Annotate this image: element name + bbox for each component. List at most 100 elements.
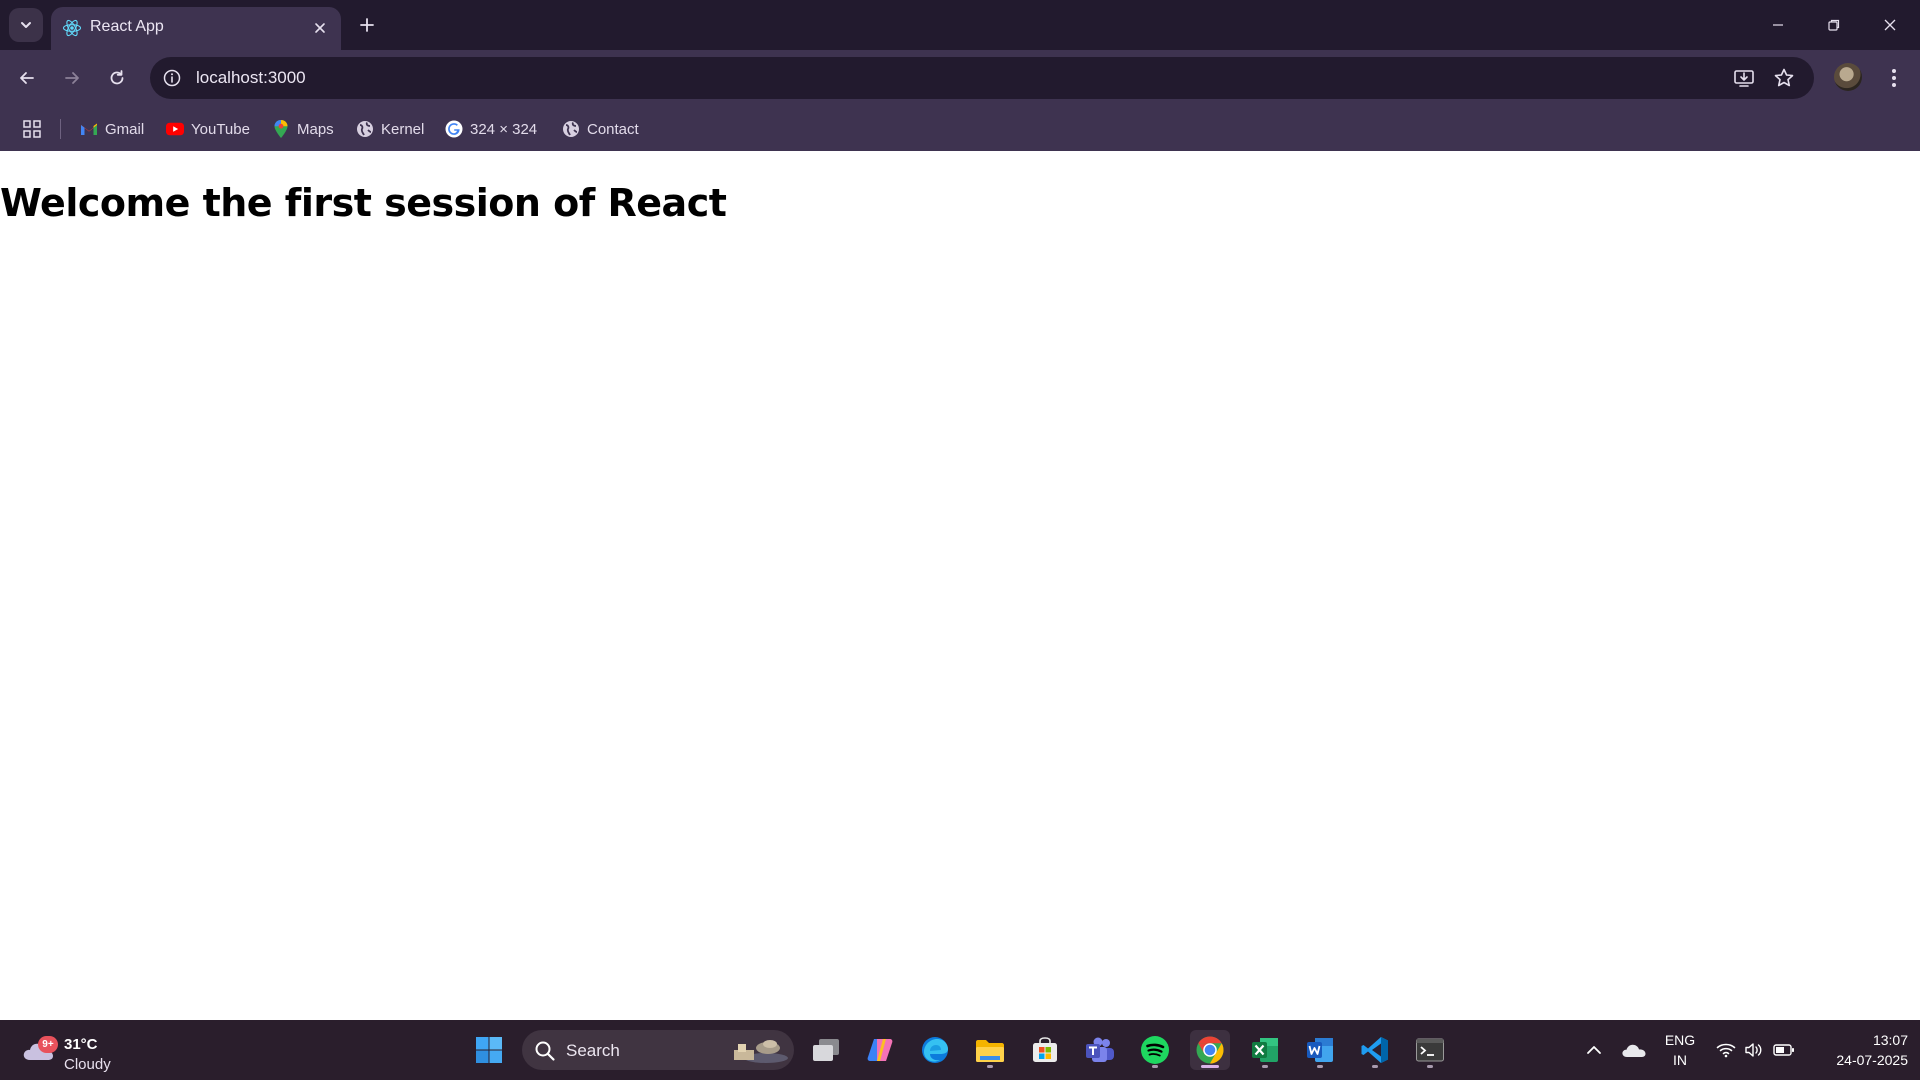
bookmark-star-button[interactable] [1770, 64, 1798, 92]
show-hidden-icons-button[interactable] [1582, 1030, 1606, 1070]
weather-temperature: 31°C [64, 1036, 98, 1053]
edge-button[interactable] [915, 1030, 955, 1070]
wifi-status[interactable] [1714, 1030, 1738, 1070]
excel-button[interactable] [1245, 1030, 1285, 1070]
copilot-button[interactable] [860, 1030, 900, 1070]
word-icon [1307, 1038, 1333, 1062]
tab-title: React App [90, 18, 164, 35]
bookmark-label: Gmail [105, 120, 145, 138]
reload-button[interactable] [101, 62, 133, 94]
file-explorer-icon [976, 1040, 1004, 1062]
task-view-icon [813, 1039, 839, 1061]
chrome-icon [1196, 1036, 1224, 1064]
task-view-button[interactable] [806, 1030, 846, 1070]
address-bar[interactable]: localhost:3000 [150, 57, 1814, 99]
file-explorer-button[interactable] [970, 1030, 1010, 1070]
page-content: Welcome the first session of React [0, 151, 1920, 1020]
google-icon [445, 120, 463, 138]
weather-widget[interactable]: 9+ 31°C Cloudy [22, 1028, 132, 1073]
maps-icon [272, 120, 290, 138]
close-window-button[interactable] [1862, 0, 1918, 50]
arrow-left-icon [20, 72, 34, 84]
gmail-icon [80, 120, 98, 138]
plus-icon [360, 18, 374, 32]
start-button[interactable] [469, 1030, 509, 1070]
vscode-button[interactable] [1355, 1030, 1395, 1070]
teams-icon [1086, 1037, 1114, 1062]
browser-toolbar: localhost:3000 [0, 50, 1920, 107]
apps-grid-icon [23, 120, 41, 138]
react-icon [62, 19, 82, 37]
site-info-button[interactable] [160, 66, 184, 90]
language-code: ENG [1664, 1032, 1696, 1048]
terminal-button[interactable] [1410, 1030, 1450, 1070]
vscode-icon [1361, 1037, 1388, 1063]
bookmarks-bar: Gmail YouTube Maps Kernel 324 × 324 Cont… [0, 107, 1920, 151]
search-highlight-image [734, 1040, 788, 1063]
chrome-button[interactable] [1190, 1030, 1230, 1070]
reload-icon [110, 70, 124, 85]
battery-icon [1773, 1044, 1794, 1056]
edge-icon [922, 1037, 948, 1063]
language-region: IN [1673, 1052, 1687, 1068]
spotify-button[interactable] [1135, 1030, 1175, 1070]
back-button[interactable] [11, 62, 43, 94]
input-language-button[interactable]: ENG IN [1656, 1030, 1704, 1070]
forward-button[interactable] [56, 62, 88, 94]
running-indicator [1427, 1065, 1433, 1068]
running-indicator [1262, 1065, 1268, 1068]
bookmark-label: Maps [297, 120, 334, 138]
install-app-button[interactable] [1730, 64, 1758, 92]
bookmark-gmail[interactable]: Gmail [80, 117, 144, 141]
tab-close-button[interactable] [309, 17, 331, 39]
volume-icon [1745, 1043, 1762, 1057]
running-indicator [1317, 1065, 1323, 1068]
running-indicator [1152, 1065, 1158, 1068]
excel-icon [1252, 1038, 1278, 1062]
chevron-down-icon [21, 22, 31, 28]
onedrive-cloud-icon [1622, 1044, 1646, 1057]
clock-date: 24-07-2025 [1836, 1052, 1908, 1068]
tab-search-button[interactable] [9, 8, 43, 42]
search-icon [535, 1041, 555, 1061]
taskbar-search[interactable]: Search [522, 1030, 794, 1070]
microsoft-store-button[interactable] [1025, 1030, 1065, 1070]
spotify-icon [1141, 1036, 1169, 1064]
copilot-icon [867, 1039, 893, 1061]
apps-button[interactable] [20, 117, 44, 141]
close-icon [1884, 19, 1896, 31]
onedrive-button[interactable] [1618, 1030, 1650, 1070]
system-clock[interactable]: 13:07 24-07-2025 [1808, 1030, 1908, 1070]
youtube-icon [166, 120, 184, 138]
new-tab-button[interactable] [352, 10, 382, 40]
word-button[interactable] [1300, 1030, 1340, 1070]
running-indicator [1372, 1065, 1378, 1068]
arrow-right-icon [65, 72, 79, 84]
terminal-icon [1416, 1038, 1444, 1062]
notification-badge: 9+ [38, 1036, 58, 1053]
bookmark-kernel[interactable]: Kernel [356, 117, 424, 141]
page-heading: Welcome the first session of React [0, 181, 727, 225]
teams-button[interactable] [1080, 1030, 1120, 1070]
minimize-icon [1773, 24, 1783, 26]
bookmark-label: Contact [587, 120, 639, 138]
close-icon [315, 23, 325, 33]
browser-menu-button[interactable] [1880, 62, 1908, 94]
tab-bar: React App [0, 0, 1920, 50]
browser-tab[interactable]: React App [51, 7, 341, 50]
bookmarks-separator [60, 119, 61, 139]
running-indicator [987, 1065, 993, 1068]
bookmark-label: Kernel [381, 120, 425, 138]
profile-avatar[interactable] [1834, 63, 1862, 91]
restore-button[interactable] [1806, 0, 1862, 50]
bookmark-324x324[interactable]: 324 × 324 [445, 117, 537, 141]
battery-status[interactable] [1770, 1030, 1798, 1070]
url-text[interactable]: localhost:3000 [196, 68, 306, 88]
more-vertical-icon [1892, 69, 1896, 87]
bookmark-youtube[interactable]: YouTube [166, 117, 250, 141]
bookmark-contact[interactable]: Contact [562, 117, 639, 141]
bookmark-maps[interactable]: Maps [272, 117, 334, 141]
active-indicator [1201, 1065, 1219, 1068]
minimize-button[interactable] [1750, 0, 1806, 50]
volume-status[interactable] [1742, 1030, 1766, 1070]
